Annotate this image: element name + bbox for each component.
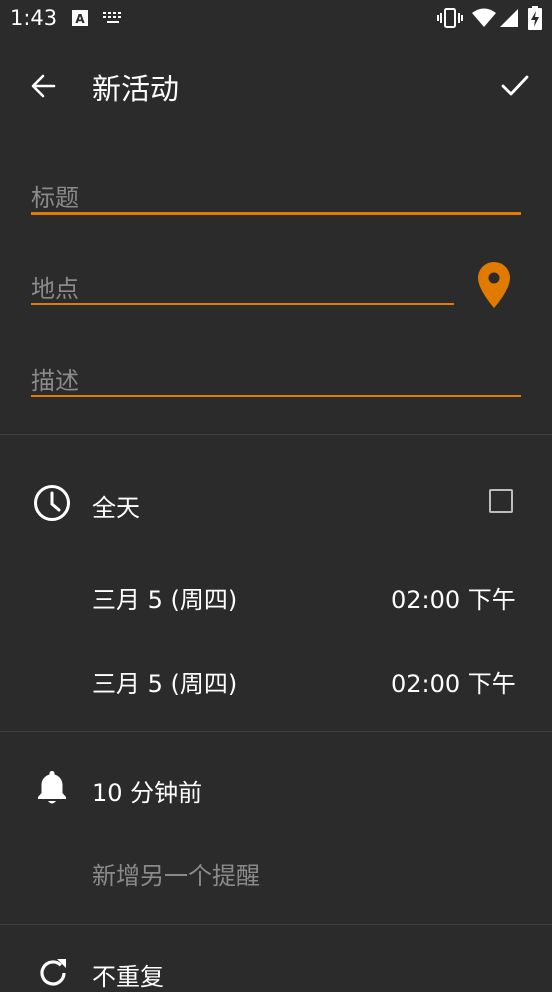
- repeat-option[interactable]: 不重复: [92, 957, 164, 992]
- end-time[interactable]: 02:00 下午: [391, 664, 516, 699]
- divider: [0, 924, 552, 925]
- description-underline: [31, 395, 521, 397]
- vibrate-icon: [437, 8, 463, 28]
- all-day-checkbox[interactable]: [489, 489, 513, 513]
- location-pin-icon[interactable]: [477, 261, 511, 309]
- title-field[interactable]: 标题: [31, 174, 521, 218]
- location-underline: [31, 303, 454, 305]
- svg-text:A: A: [75, 12, 85, 26]
- wifi-icon: [472, 8, 496, 27]
- divider: [0, 434, 552, 435]
- location-placeholder: 地点: [31, 275, 79, 303]
- start-date[interactable]: 三月 5 (周四): [92, 580, 237, 615]
- status-time: 1:43: [10, 6, 58, 30]
- status-bar: 1:43 A: [0, 0, 552, 36]
- end-date[interactable]: 三月 5 (周四): [92, 664, 237, 699]
- description-field[interactable]: 描述: [31, 357, 521, 401]
- divider: [0, 731, 552, 732]
- title-underline: [31, 212, 521, 215]
- all-day-label: 全天: [92, 494, 140, 522]
- start-time[interactable]: 02:00 下午: [391, 580, 516, 615]
- text-icon: A: [72, 10, 88, 26]
- signal-icon: [500, 9, 518, 27]
- battery-icon: [528, 6, 542, 30]
- add-reminder-button[interactable]: 新增另一个提醒: [92, 856, 260, 891]
- page-title: 新活动: [92, 72, 180, 106]
- description-placeholder: 描述: [31, 367, 79, 395]
- bell-icon: [38, 771, 66, 804]
- check-icon[interactable]: [501, 74, 529, 98]
- repeat-icon: [40, 959, 66, 986]
- back-arrow-icon[interactable]: [30, 73, 56, 99]
- clock-icon: [34, 485, 70, 521]
- reminder-item[interactable]: 10 分钟前: [92, 773, 202, 808]
- title-placeholder: 标题: [31, 184, 79, 212]
- keyboard-icon: [103, 12, 121, 23]
- location-field[interactable]: 地点: [31, 265, 454, 309]
